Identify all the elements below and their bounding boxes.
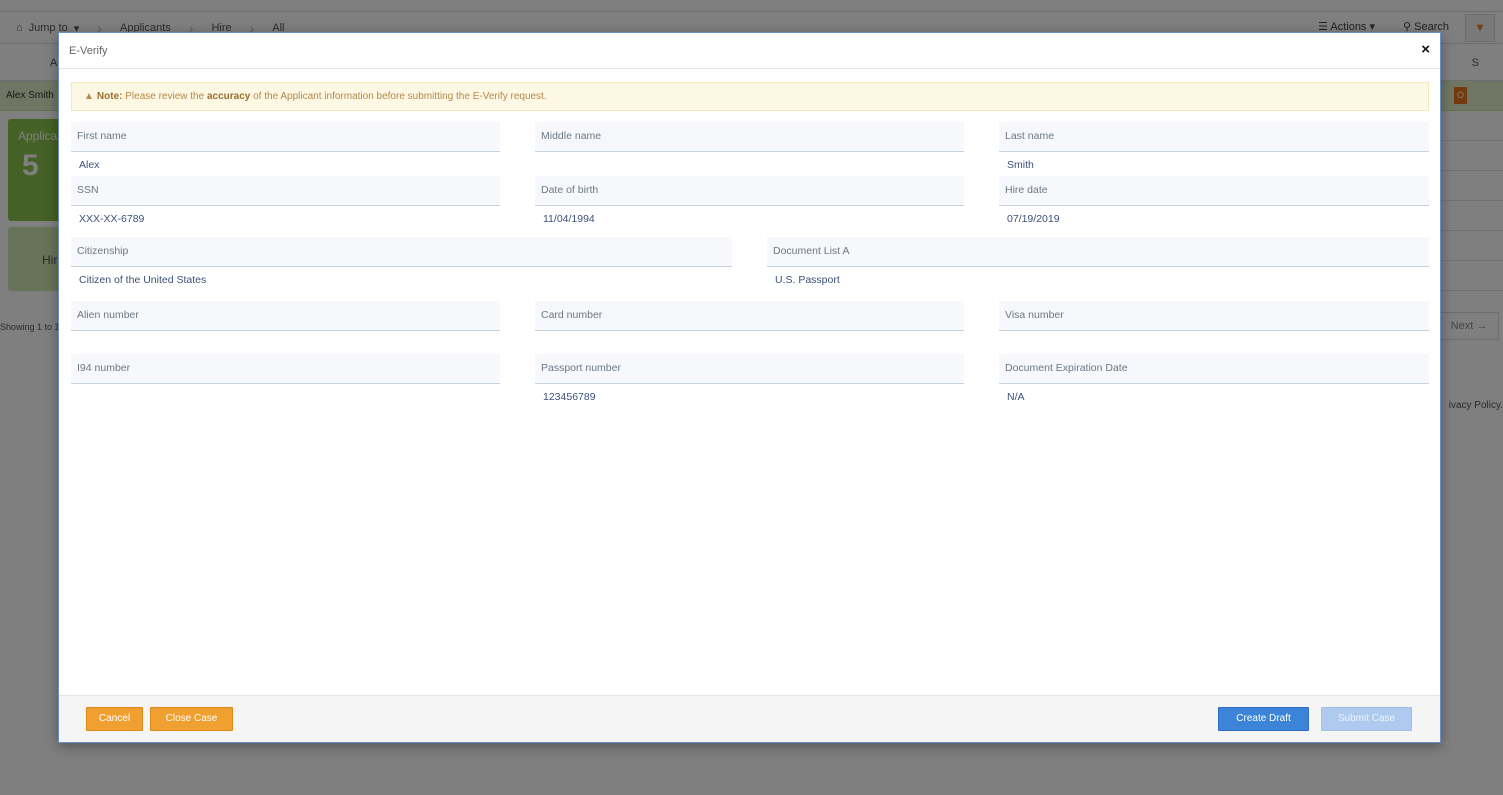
note-label: Note:: [96, 91, 123, 102]
hire-date-value[interactable]: 07/19/2019: [999, 206, 1429, 230]
first-name-value[interactable]: Alex: [71, 152, 500, 176]
ssn-label: SSN: [71, 176, 500, 206]
note-alert: ▲ Note: Please review the accuracy of the…: [71, 82, 1429, 111]
visa-number-field[interactable]: Visa number: [999, 301, 1429, 355]
modal-footer: Cancel Close Case Create Draft Submit Ca…: [59, 695, 1440, 742]
last-name-label: Last name: [999, 122, 1429, 152]
document-list-a-field[interactable]: Document List A U.S. Passport: [767, 237, 1429, 291]
middle-name-label: Middle name: [535, 122, 964, 152]
warning-icon: ▲: [84, 91, 94, 102]
e-verify-modal: E-Verify × ▲ Note: Please review the accu…: [58, 32, 1441, 743]
card-number-value[interactable]: [535, 331, 964, 355]
card-number-field[interactable]: Card number: [535, 301, 964, 355]
first-name-field[interactable]: First name Alex: [71, 122, 500, 176]
date-of-birth-field[interactable]: Date of birth 11/04/1994: [535, 176, 964, 230]
first-name-label: First name: [71, 122, 500, 152]
passport-number-value[interactable]: 123456789: [535, 384, 964, 408]
document-list-a-value[interactable]: U.S. Passport: [767, 267, 1429, 291]
document-expiration-date-value[interactable]: N/A: [999, 384, 1429, 408]
submit-case-button[interactable]: Submit Case: [1321, 707, 1412, 731]
middle-name-field[interactable]: Middle name: [535, 122, 964, 176]
visa-number-label: Visa number: [999, 301, 1429, 331]
document-expiration-date-field[interactable]: Document Expiration Date N/A: [999, 354, 1429, 408]
citizenship-field[interactable]: Citizenship Citizen of the United States: [71, 237, 732, 291]
date-of-birth-value[interactable]: 11/04/1994: [535, 206, 964, 230]
document-expiration-date-label: Document Expiration Date: [999, 354, 1429, 384]
document-list-a-label: Document List A: [767, 237, 1429, 267]
i94-number-field[interactable]: I94 number: [71, 354, 500, 408]
passport-number-label: Passport number: [535, 354, 964, 384]
note-text-after: of the Applicant information before subm…: [250, 91, 547, 102]
date-of-birth-label: Date of birth: [535, 176, 964, 206]
alien-number-label: Alien number: [71, 301, 500, 331]
card-number-label: Card number: [535, 301, 964, 331]
citizenship-value[interactable]: Citizen of the United States: [71, 267, 732, 291]
last-name-value[interactable]: Smith: [999, 152, 1429, 176]
visa-number-value[interactable]: [999, 331, 1429, 355]
i94-number-value[interactable]: [71, 384, 500, 408]
alien-number-field[interactable]: Alien number: [71, 301, 500, 355]
modal-header: E-Verify ×: [59, 33, 1440, 69]
note-text-before: Please review the: [122, 91, 207, 102]
passport-number-field[interactable]: Passport number 123456789: [535, 354, 964, 408]
ssn-value[interactable]: XXX-XX-6789: [71, 206, 500, 230]
create-draft-button[interactable]: Create Draft: [1218, 707, 1309, 731]
i94-number-label: I94 number: [71, 354, 500, 384]
close-icon[interactable]: ×: [1421, 42, 1430, 58]
cancel-button[interactable]: Cancel: [86, 707, 143, 731]
citizenship-label: Citizenship: [71, 237, 732, 267]
last-name-field[interactable]: Last name Smith: [999, 122, 1429, 176]
modal-title: E-Verify: [69, 45, 108, 57]
ssn-field[interactable]: SSN XXX-XX-6789: [71, 176, 500, 230]
close-case-button[interactable]: Close Case: [150, 707, 233, 731]
note-emphasis: accuracy: [206, 91, 251, 102]
alien-number-value[interactable]: [71, 331, 500, 355]
hire-date-field[interactable]: Hire date 07/19/2019: [999, 176, 1429, 230]
middle-name-value[interactable]: [535, 152, 964, 176]
hire-date-label: Hire date: [999, 176, 1429, 206]
